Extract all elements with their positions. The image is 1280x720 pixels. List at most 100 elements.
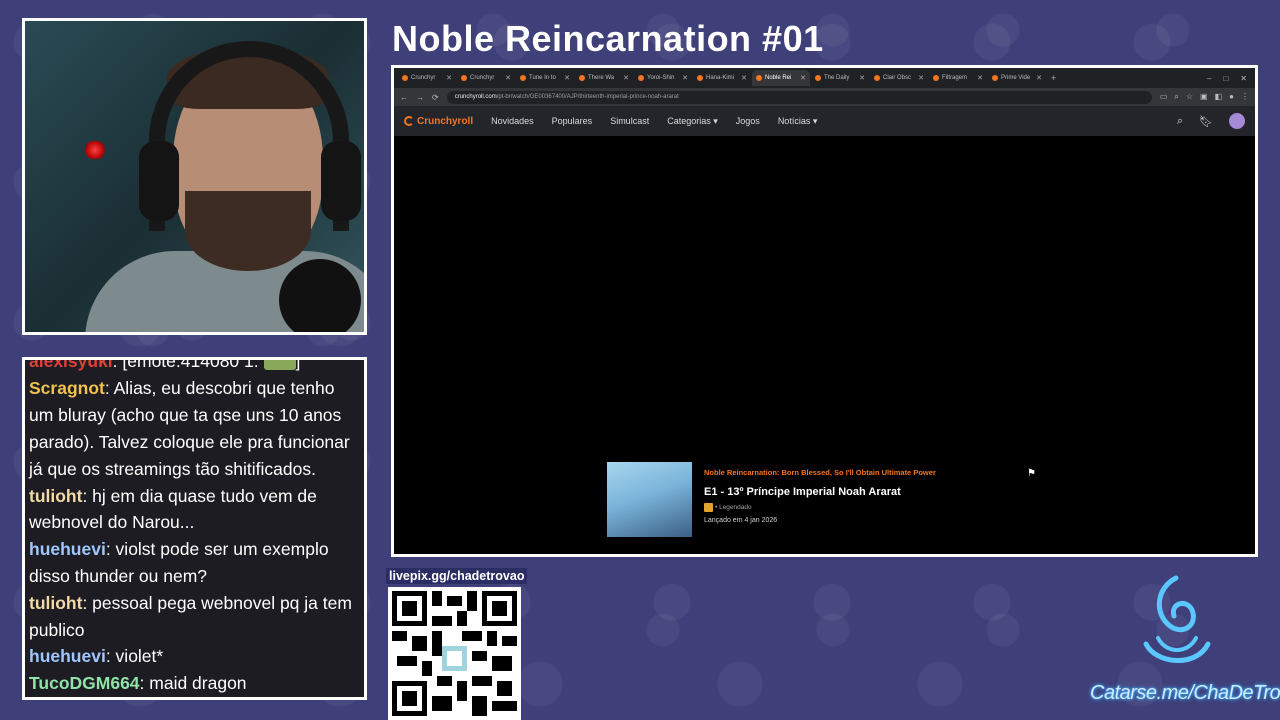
qr-code [388,587,521,720]
nav-populares[interactable]: Populares [552,116,593,126]
tab-favicon-icon [933,75,939,81]
maximize-icon[interactable]: □ [1223,74,1228,83]
browser-tab[interactable]: Crunchyr ✕ [398,70,456,86]
chat-message: tulioht: hj em dia quase tudo vem de web… [29,483,362,537]
nav-actions: ⌕ 🔖︎ [1177,113,1245,129]
tab-favicon-icon [579,75,585,81]
swirl-logo-icon [1143,575,1211,663]
episode-thumbnail[interactable] [607,462,692,537]
headphone-right-cup [321,141,361,221]
chat-username: tulioht [29,592,83,613]
url-field[interactable]: crunchyroll.com/pt-br/watch/GE00367400/A… [446,90,1152,104]
browser-tab[interactable]: Clair Obsc ✕ [870,70,928,86]
browser-tab[interactable]: Hana-Kimi ✕ [693,70,751,86]
back-icon[interactable]: ← [400,93,408,102]
chevron-down-icon: ▾ [713,115,718,126]
minimize-icon[interactable]: – [1207,74,1211,83]
tab-close-icon[interactable]: ✕ [1036,74,1042,82]
chat-message: tulioht: pessoal pega webnovel pq ja tem… [29,590,362,644]
chat-text: : [emote:414080 1: [112,357,259,371]
tab-favicon-icon [815,75,821,81]
menu-icon[interactable]: ⋮ [1241,92,1249,102]
bookmark-icon[interactable]: ⚑ [1027,468,1036,479]
nav-simulcast[interactable]: Simulcast [610,116,649,126]
nav-jogos[interactable]: Jogos [736,116,760,126]
chat-message: huehuevi: violst pode ser um exemplo dis… [29,536,362,590]
browser-tab[interactable]: The Daily ✕ [811,70,869,86]
chat-username: alexisyuki [29,357,113,371]
cast-icon[interactable]: ▭ [1160,92,1168,102]
chat-partial-message: alexisyuki: [emote:414080 1: ] [29,357,300,374]
nav-novidades[interactable]: Novidades [491,116,534,126]
watchlist-icon[interactable]: 🔖︎ [1199,115,1213,128]
tab-label: The Daily [824,75,850,81]
browser-tab[interactable]: Prime Vide ✕ [988,70,1046,86]
episode-series-link[interactable]: Noble Reincarnation: Born Blessed, So I'… [704,468,936,477]
tab-close-icon[interactable]: ✕ [741,74,747,82]
tab-close-icon[interactable]: ✕ [446,74,452,82]
browser-tab[interactable]: Crunchyr ✕ [457,70,515,86]
chat-message-list: Scragnot: Alias, eu descobri que tenho u… [29,375,362,697]
chat-message: TucoDGM664: maid dragon [29,670,362,697]
chat-username: huehuevi [29,539,106,560]
browser-tab[interactable]: There Wa ✕ [575,70,633,86]
tab-label: Clair Obsc [883,75,912,81]
profile-icon[interactable]: ● [1229,92,1234,102]
tab-close-icon[interactable]: ✕ [918,74,924,82]
nav-noticias[interactable]: Notícias ▾ [778,116,818,127]
crunchyroll-logo[interactable]: Crunchyroll [404,116,473,127]
search-icon[interactable]: ⌕ [1177,115,1183,128]
tab-label: Crunchyr [470,75,495,81]
qr-code-image [392,591,517,716]
tab-label: Noble Rei [765,75,792,81]
tab-close-icon[interactable]: ✕ [859,74,865,82]
tab-favicon-icon [756,75,762,81]
tab-favicon-icon [520,75,526,81]
avatar[interactable] [1229,113,1245,129]
tab-favicon-icon [697,75,703,81]
extension-icons: ▭ ⌕ ☆ ▣ ◧ ● ⋮ [1160,92,1249,102]
forward-icon[interactable]: → [416,93,424,102]
browser-tab[interactable]: Yoroi-Shin ✕ [634,70,692,86]
nav-categorias-label: Categorias [667,115,711,126]
tab-label: Hana-Kimi [706,75,735,81]
nav-categorias[interactable]: Categorias ▾ [667,116,718,127]
new-tab-icon[interactable]: + [1051,73,1056,83]
chat-text: : maid dragon [139,673,247,694]
backdrop-red-eye [83,141,107,159]
tab-label: Yoroi-Shin [647,75,675,81]
browser-tab[interactable]: Tune In to ✕ [516,70,574,86]
tab-label: Crunchyr [411,75,436,81]
episode-info: Noble Reincarnation: Born Blessed, So I'… [607,462,1047,542]
tab-close-icon[interactable]: ✕ [623,74,629,82]
chat-username: TucoDGM664 [29,673,140,694]
star-icon[interactable]: ☆ [1186,92,1193,102]
episode-tags: • Legendado [704,503,752,512]
address-bar: ← → ⟳ crunchyroll.com/pt-br/watch/GE0036… [394,88,1255,106]
tab-close-icon[interactable]: ✕ [682,74,688,82]
chat-message: Scragnot: Alias, eu descobri que tenho u… [29,375,362,482]
donation-url: livepix.gg/chadetrovao [386,568,528,584]
tab-favicon-icon [874,75,880,81]
browser-tab[interactable]: Noble Rei ✕ [752,70,810,86]
nav-noticias-label: Notícias [777,115,811,126]
puzzle-icon[interactable]: ◧ [1215,92,1223,102]
headphones [149,41,349,231]
tab-close-icon[interactable]: ✕ [564,74,570,82]
tab-bar: Crunchyr ✕ Crunchyr ✕ Tune In to ✕ There Wa ✕ Yo… [394,68,1255,88]
browser-tab[interactable]: Filtragem ✕ [929,70,987,86]
webcam-frame [22,18,367,335]
browser-window: Crunchyr ✕ Crunchyr ✕ Tune In to ✕ There Wa ✕ Yo… [391,65,1258,557]
close-window-icon[interactable]: ✕ [1240,74,1247,83]
tab-close-icon[interactable]: ✕ [800,74,806,82]
crunchyroll-logo-icon [404,116,414,126]
tab-close-icon[interactable]: ✕ [505,74,511,82]
zoom-icon[interactable]: ⌕ [1174,92,1178,102]
extension-icon[interactable]: ▣ [1200,92,1208,102]
reload-icon[interactable]: ⟳ [432,93,439,102]
episode-title: E1 - 13º Príncipe Imperial Noah Ararat [704,486,901,498]
chat-message: huehuevi: violet* [29,643,362,670]
emote-icon [263,360,296,371]
crunchyroll-nav: Crunchyroll Novidades Populares Simulcas… [394,106,1255,136]
tab-close-icon[interactable]: ✕ [977,74,983,82]
